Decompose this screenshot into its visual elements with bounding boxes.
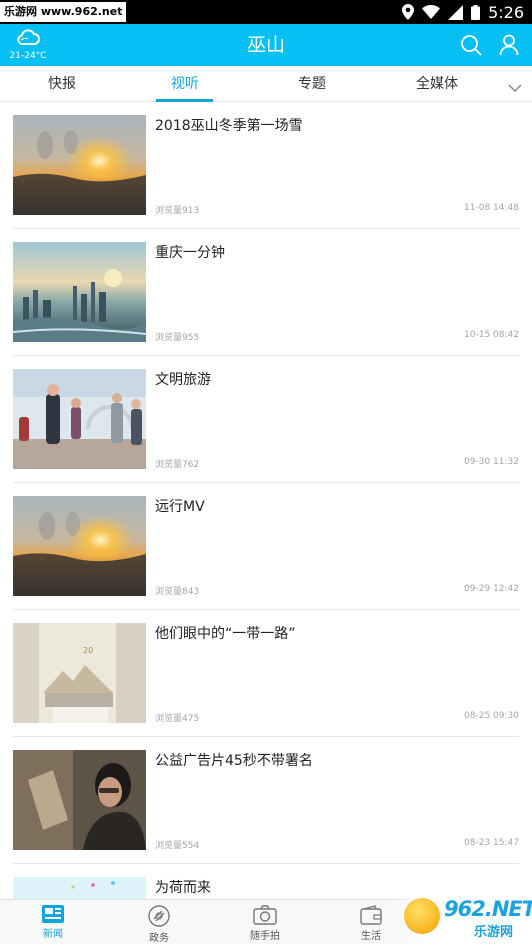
wifi-icon	[422, 5, 441, 19]
svg-text:20: 20	[83, 646, 93, 655]
item-views: 浏览量913	[155, 206, 200, 216]
item-title: 公益广告片45秒不带署名	[155, 753, 313, 769]
item-views: 浏览量762	[155, 460, 200, 470]
status-bar: 乐游网 www.962.net 5:26	[0, 0, 532, 24]
list-item[interactable]: 公益广告片45秒不带署名 浏览量554 08-23 15:47	[13, 737, 519, 864]
video-thumbnail	[13, 369, 146, 469]
nav-label: 政务	[149, 933, 169, 944]
list-item[interactable]: 远行MV 浏览量843 09-29 12:42	[13, 483, 519, 610]
video-thumbnail	[13, 242, 146, 342]
video-thumbnail: 20	[13, 623, 146, 723]
item-title: 重庆一分钟	[155, 245, 225, 261]
item-title: 文明旅游	[155, 372, 211, 388]
tab-quanmeiti[interactable]: 全媒体	[392, 66, 482, 102]
gov-icon	[148, 905, 170, 927]
watermark-bottom: 962.NET 乐游网	[392, 894, 532, 944]
nav-snapshot[interactable]: 随手拍	[230, 900, 300, 944]
app-title: 巫山	[246, 34, 285, 56]
nav-label: 随手拍	[250, 931, 280, 942]
status-time: 5:26	[488, 2, 524, 22]
signal-icon	[448, 4, 464, 20]
wallet-icon	[360, 905, 382, 925]
news-icon	[42, 905, 64, 923]
item-date: 09-30 11:32	[464, 457, 519, 467]
nav-news[interactable]: 新闻	[18, 900, 88, 944]
nav-government[interactable]: 政务	[124, 900, 194, 944]
item-title: 远行MV	[155, 499, 205, 515]
watermark-logo-icon	[404, 898, 440, 934]
item-title: 他们眼中的“一带一路”	[155, 626, 296, 642]
location-icon	[402, 4, 415, 20]
list-item[interactable]: 2018巫山冬季第一场雪 浏览量913 11-08 14:48	[13, 102, 519, 229]
camera-icon	[253, 905, 277, 925]
list-item[interactable]: 重庆一分钟 浏览量955 10-15 08:42	[13, 229, 519, 356]
item-title: 2018巫山冬季第一场雪	[155, 118, 303, 134]
item-date: 08-23 15:47	[464, 838, 519, 848]
video-thumbnail	[13, 750, 146, 850]
video-thumbnail	[13, 115, 146, 215]
status-icons: 5:26	[402, 0, 524, 24]
battery-icon	[471, 4, 481, 20]
tab-kuaibao[interactable]: 快报	[22, 66, 102, 102]
search-icon[interactable]	[460, 34, 482, 60]
item-views: 浏览量475	[155, 714, 200, 724]
list-item[interactable]: 20 他们眼中的“一带一路” 浏览量475 08-25 09:30	[13, 610, 519, 737]
tab-shiting[interactable]: 视听	[145, 66, 225, 102]
app-bar: 21-24°C 巫山	[0, 24, 532, 66]
item-date: 09-29 12:42	[464, 584, 519, 594]
item-date: 11-08 14:48	[464, 203, 519, 213]
watermark-main: 962.NET	[444, 897, 532, 921]
list-item[interactable]: 文明旅游 浏览量762 09-30 11:32	[13, 356, 519, 483]
video-thumbnail	[13, 496, 146, 596]
watermark-top: 乐游网 www.962.net	[0, 2, 127, 22]
watermark-sub: 乐游网	[474, 925, 514, 940]
item-views: 浏览量843	[155, 587, 200, 597]
tab-zhuanti[interactable]: 专题	[272, 66, 352, 102]
item-date: 08-25 09:30	[464, 711, 519, 721]
item-views: 浏览量955	[155, 333, 200, 343]
category-tabs: 快报 视听 专题 全媒体	[0, 66, 532, 102]
user-icon[interactable]	[499, 34, 519, 60]
nav-label: 新闻	[43, 929, 63, 940]
item-date: 10-15 08:42	[464, 330, 519, 340]
chevron-down-icon[interactable]	[508, 78, 522, 97]
item-title: 为荷而来	[155, 880, 211, 896]
item-views: 浏览量554	[155, 841, 200, 851]
